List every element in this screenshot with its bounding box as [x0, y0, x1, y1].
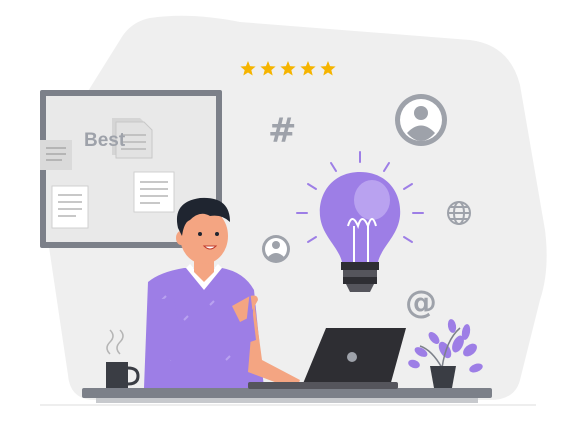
at-sign-icon: @	[405, 283, 437, 321]
hashtag-icon: #	[268, 111, 297, 151]
illustration-scene: Best # @	[0, 0, 576, 433]
board-note-2	[51, 185, 89, 229]
board-word: Best	[84, 130, 126, 151]
board-note-3	[133, 171, 175, 213]
user-avatar-icon	[395, 94, 447, 146]
small-avatar-icon	[262, 235, 290, 263]
board-note-1	[40, 140, 72, 170]
desk	[40, 388, 536, 406]
illustration-svg: Best # @	[40, 15, 547, 406]
